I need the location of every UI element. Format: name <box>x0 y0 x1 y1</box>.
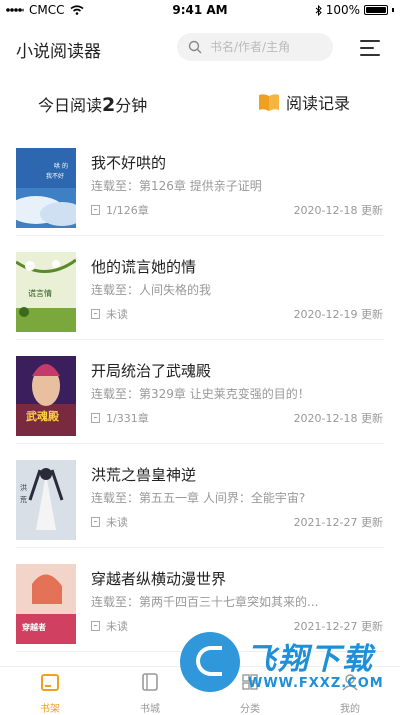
tab-label: 分类 <box>240 704 260 715</box>
book-update-date: 2021-12-27 更新 <box>293 620 383 633</box>
bottom-tab-bar: 书架 书城 分类 我的 <box>0 666 400 715</box>
chapter-icon <box>91 309 100 319</box>
book-latest-chapter: 连载至：第329章 让史莱克变强的目的！ <box>91 387 310 401</box>
book-progress: 1/331章 <box>106 412 149 425</box>
bluetooth-icon <box>315 4 322 16</box>
svg-text:谎言情: 谎言情 <box>28 288 52 298</box>
svg-text:哄: 哄 <box>54 162 60 170</box>
book-progress: 未读 <box>106 308 128 321</box>
book-update-date: 2020-12-18 更新 <box>293 204 383 217</box>
reading-history-label: 阅读记录 <box>286 94 351 113</box>
battery-icon <box>364 5 388 15</box>
tab-label: 书架 <box>40 704 60 715</box>
tab-bookshelf[interactable]: 书架 <box>20 672 80 715</box>
bookshelf-list: 哄 的 我不好 我不好哄的 连载至：第126章 提供亲子证明 1/126章 20… <box>0 132 400 652</box>
search-box[interactable] <box>177 33 333 61</box>
chapter-icon <box>91 413 100 423</box>
search-input[interactable] <box>210 40 320 54</box>
svg-text:荒: 荒 <box>20 495 27 504</box>
battery-percent: 100% <box>325 3 360 17</box>
svg-text:穿越者: 穿越者 <box>22 622 46 632</box>
book-icon <box>142 673 158 691</box>
book-latest-chapter: 连载至：第两千四百三十七章突如其来的... <box>91 595 319 609</box>
svg-text:的: 的 <box>62 162 68 170</box>
tab-profile[interactable]: 我的 <box>320 672 380 715</box>
book-progress: 未读 <box>106 516 128 529</box>
reading-summary: 今日阅读2分钟 阅读记录 <box>0 72 400 132</box>
svg-text:武魂殿: 武魂殿 <box>26 409 60 423</box>
book-item[interactable]: 洪 荒 洪荒之兽皇神逆 连载至：第五五一章 人间界：全能宇宙? 未读 2021-… <box>0 444 400 548</box>
book-progress: 未读 <box>106 620 128 633</box>
chapter-icon <box>91 517 100 527</box>
book-item[interactable]: 哄 的 我不好 我不好哄的 连载至：第126章 提供亲子证明 1/126章 20… <box>0 132 400 236</box>
today-reading: 今日阅读2分钟 <box>38 94 148 116</box>
tab-label: 书城 <box>140 704 160 715</box>
book-update-date: 2020-12-18 更新 <box>293 412 383 425</box>
book-cover: 洪 荒 <box>16 460 76 540</box>
chapter-icon <box>91 205 100 215</box>
search-icon <box>188 40 202 54</box>
menu-icon <box>360 40 380 42</box>
book-cover: 谎言情 <box>16 252 76 332</box>
book-progress: 1/126章 <box>106 204 149 217</box>
tab-category[interactable]: 分类 <box>220 672 280 715</box>
open-book-icon <box>259 94 279 111</box>
status-bar: CMCC 9:41 AM 100% <box>0 0 400 22</box>
tab-label: 我的 <box>340 704 360 715</box>
book-item[interactable]: 武魂殿 开局统治了武魂殿 连载至：第329章 让史莱克变强的目的！ 1/331章… <box>0 340 400 444</box>
book-title: 洪荒之兽皇神逆 <box>91 466 197 484</box>
chapter-icon <box>91 621 100 631</box>
menu-button[interactable] <box>360 40 380 56</box>
user-icon <box>342 674 358 691</box>
today-minutes: 2 <box>102 94 116 116</box>
top-header: 小说阅读器 <box>0 22 400 72</box>
book-title: 我不好哄的 <box>91 154 167 172</box>
book-title: 穿越者纵横动漫世界 <box>91 570 227 588</box>
book-cover: 穿越者 <box>16 564 76 644</box>
book-item[interactable]: 穿越者 穿越者纵横动漫世界 连载至：第两千四百三十七章突如其来的... 未读 2… <box>0 548 400 652</box>
category-icon <box>242 674 258 690</box>
app-title: 小说阅读器 <box>16 42 101 62</box>
book-update-date: 2020-12-19 更新 <box>293 308 383 321</box>
svg-text:洪: 洪 <box>20 483 27 492</box>
book-latest-chapter: 连载至：第126章 提供亲子证明 <box>91 179 262 193</box>
book-latest-chapter: 连载至：人间失格的我 <box>91 283 212 297</box>
book-update-date: 2021-12-27 更新 <box>293 516 383 529</box>
book-item[interactable]: 谎言情 他的谎言她的情 连载至：人间失格的我 未读 2020-12-19 更新 <box>0 236 400 340</box>
bookshelf-icon <box>41 674 59 691</box>
book-cover: 武魂殿 <box>16 356 76 436</box>
book-title: 开局统治了武魂殿 <box>91 362 212 380</box>
book-cover: 哄 的 我不好 <box>16 148 76 228</box>
tab-bookstore[interactable]: 书城 <box>120 672 180 715</box>
svg-text:我不好: 我不好 <box>46 172 64 180</box>
book-latest-chapter: 连载至：第五五一章 人间界：全能宇宙? <box>91 491 306 505</box>
reading-history-button[interactable]: 阅读记录 <box>258 90 350 114</box>
book-title: 他的谎言她的情 <box>91 258 197 276</box>
